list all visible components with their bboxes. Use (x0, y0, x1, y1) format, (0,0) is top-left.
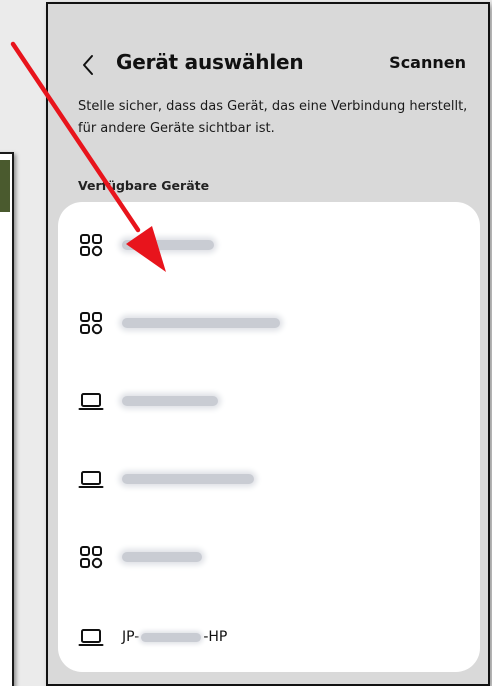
device-name-redacted (122, 390, 218, 412)
app-header: Gerät auswählen Scannen (48, 46, 488, 86)
devices-grid-icon (80, 234, 103, 257)
chevron-left-icon (83, 55, 93, 75)
device-name-partial: JP- -HP (122, 626, 227, 648)
device-list: JP- -HP (58, 202, 480, 672)
page-title: Gerät auswählen (116, 50, 304, 74)
laptop-icon (78, 393, 104, 410)
device-item[interactable] (58, 526, 480, 586)
device-item[interactable] (58, 448, 480, 508)
device-item[interactable] (58, 370, 480, 430)
back-button[interactable] (76, 50, 100, 80)
device-item[interactable] (58, 214, 480, 274)
device-name-redacted (122, 234, 214, 256)
device-item[interactable]: JP- -HP (58, 606, 480, 666)
device-name-suffix: -HP (203, 629, 228, 645)
scan-button[interactable]: Scannen (389, 53, 466, 72)
laptop-icon (78, 629, 104, 646)
phone-screen: Gerät auswählen Scannen Stelle sicher, d… (46, 2, 490, 686)
redacted-segment (141, 632, 202, 642)
devices-grid-icon (80, 546, 103, 569)
laptop-icon (78, 471, 104, 488)
device-name-redacted (122, 312, 280, 334)
available-devices-label: Verfügbare Geräte (78, 178, 210, 193)
device-name-prefix: JP- (122, 629, 140, 645)
screenshot-stage: Gerät auswählen Scannen Stelle sicher, d… (0, 0, 492, 686)
background-window (0, 152, 14, 686)
device-item[interactable] (58, 292, 480, 352)
visibility-hint: Stelle sicher, dass das Gerät, das eine … (78, 99, 468, 136)
devices-grid-icon (80, 312, 103, 335)
device-name-redacted (122, 546, 202, 568)
background-window-titlebar (0, 160, 10, 212)
device-name-redacted (122, 468, 254, 490)
